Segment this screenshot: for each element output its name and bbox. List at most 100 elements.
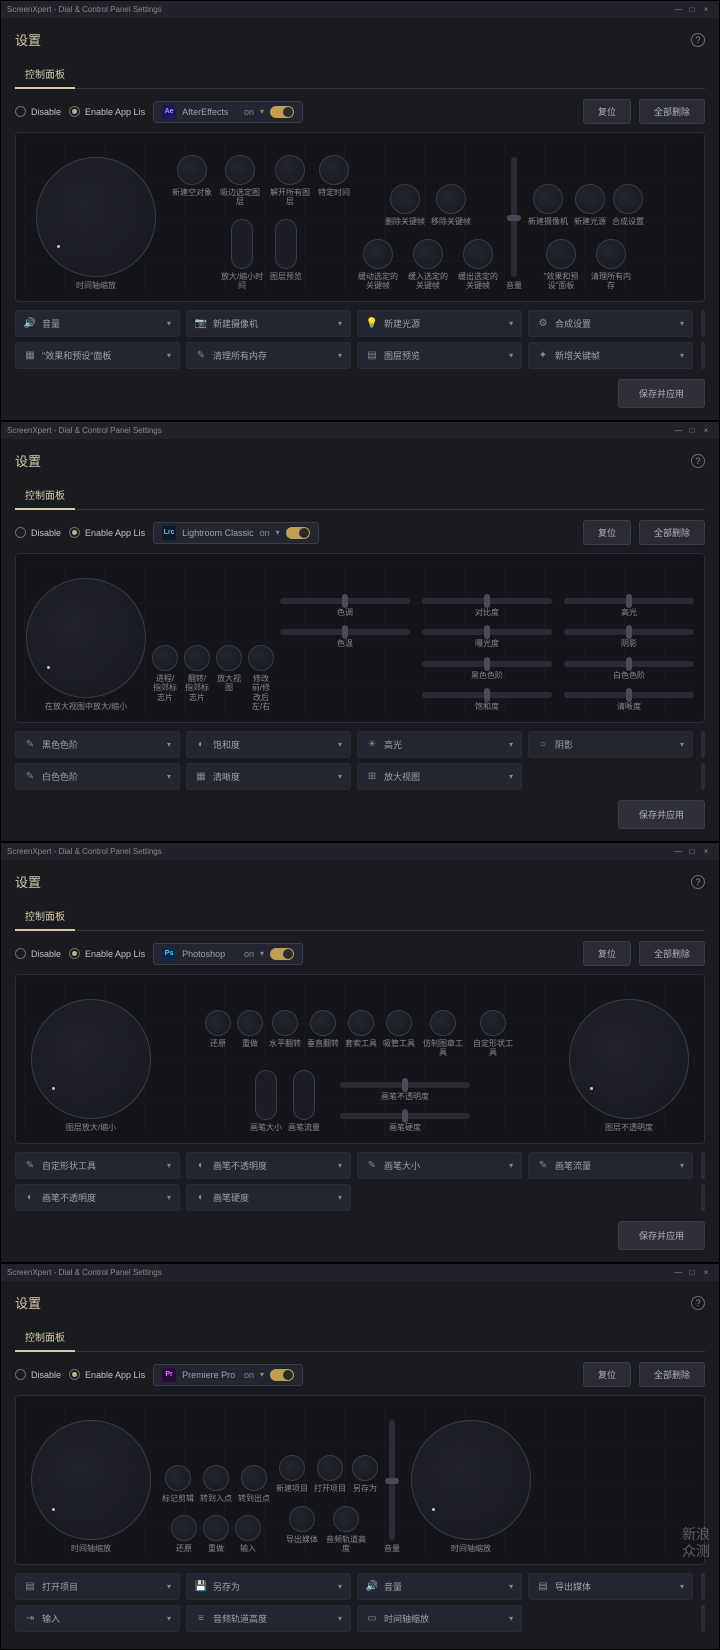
app-selector[interactable]: PsPhotoshopon▾ [153, 943, 303, 965]
radio-enable[interactable]: Enable App Lis [69, 1369, 145, 1380]
select[interactable]: ✎自定形状工具▾ [15, 1152, 180, 1179]
select-light[interactable]: 💡新建光源▾ [357, 310, 522, 337]
slider[interactable] [280, 598, 410, 604]
secondary-dial[interactable] [411, 1420, 531, 1540]
main-dial[interactable] [31, 999, 151, 1119]
pill[interactable] [293, 1070, 315, 1120]
select[interactable]: ▤导出媒体▾ [528, 1573, 693, 1600]
knob[interactable] [390, 184, 420, 214]
scrollbar[interactable] [701, 1184, 705, 1211]
scrollbar[interactable] [701, 763, 705, 790]
select[interactable]: ✎黑色色阶▾ [15, 731, 180, 758]
knob[interactable] [241, 1465, 267, 1491]
select[interactable]: ◐画笔硬度▾ [186, 1184, 351, 1211]
close-icon[interactable]: × [699, 847, 713, 856]
help-icon[interactable]: ? [691, 33, 705, 47]
knob[interactable] [184, 645, 210, 671]
select-preview[interactable]: ▤图层预览▾ [357, 342, 522, 369]
main-dial[interactable] [36, 157, 156, 277]
slider[interactable] [564, 661, 694, 667]
knob[interactable] [171, 1515, 197, 1541]
delete-all-button[interactable]: 全部删除 [639, 520, 705, 545]
toggle[interactable] [270, 1369, 294, 1381]
knob[interactable] [152, 645, 178, 671]
select-camera[interactable]: 📷新建摄像机▾ [186, 310, 351, 337]
knob[interactable] [386, 1010, 412, 1036]
toggle[interactable] [286, 527, 310, 539]
knob[interactable] [596, 239, 626, 269]
select[interactable]: ○阴影▾ [528, 731, 693, 758]
knob[interactable] [575, 184, 605, 214]
knob[interactable] [165, 1465, 191, 1491]
scrollbar[interactable] [701, 731, 705, 758]
reset-button[interactable]: 复位 [583, 941, 631, 966]
knob[interactable] [436, 184, 466, 214]
secondary-dial[interactable] [569, 999, 689, 1119]
knob[interactable] [310, 1010, 336, 1036]
slider[interactable] [422, 661, 552, 667]
knob[interactable] [248, 645, 274, 671]
slider[interactable] [280, 629, 410, 635]
app-selector[interactable]: Ae AfterEffects on ▾ [153, 101, 303, 123]
minimize-icon[interactable]: — [671, 426, 685, 435]
slider[interactable] [564, 629, 694, 635]
knob[interactable] [363, 239, 393, 269]
reset-button[interactable]: 复位 [583, 99, 631, 124]
toggle-enable[interactable] [270, 106, 294, 118]
delete-all-button[interactable]: 全部删除 [639, 1362, 705, 1387]
app-selector[interactable]: PrPremiere Proon▾ [153, 1364, 303, 1386]
save-apply-button[interactable]: 保存并应用 [618, 800, 705, 829]
slider[interactable] [564, 692, 694, 698]
volume-slider[interactable] [511, 157, 517, 277]
save-apply-button[interactable]: 保存并应用 [618, 379, 705, 408]
knob[interactable] [480, 1010, 506, 1036]
maximize-icon[interactable]: □ [685, 5, 699, 14]
knob[interactable] [205, 1010, 231, 1036]
select-keyframe[interactable]: ✦新增关键帧▾ [528, 342, 693, 369]
knob[interactable] [348, 1010, 374, 1036]
tab-control-panel[interactable]: 控制面板 [15, 60, 75, 89]
knob[interactable] [289, 1506, 315, 1532]
toggle[interactable] [270, 948, 294, 960]
knob[interactable] [275, 155, 305, 185]
main-dial[interactable] [31, 1420, 151, 1540]
knob[interactable] [317, 1455, 343, 1481]
knob[interactable] [463, 239, 493, 269]
select[interactable]: ☀高光▾ [357, 731, 522, 758]
select-effects[interactable]: ▦"效果和预设"面板▾ [15, 342, 180, 369]
knob[interactable] [203, 1465, 229, 1491]
select-volume[interactable]: 🔊音量▾ [15, 310, 180, 337]
knob[interactable] [352, 1455, 378, 1481]
radio-disable[interactable]: Disable [15, 948, 61, 959]
select[interactable]: ⊞放大视图▾ [357, 763, 522, 790]
select[interactable]: ≡音频轨道高度▾ [186, 1605, 351, 1632]
close-icon[interactable]: × [699, 1268, 713, 1277]
knob[interactable] [235, 1515, 261, 1541]
minimize-icon[interactable]: — [671, 847, 685, 856]
radio-disable[interactable]: Disable [15, 106, 61, 117]
scrollbar[interactable] [701, 1573, 705, 1600]
select[interactable]: ✎画笔大小▾ [357, 1152, 522, 1179]
knob[interactable] [279, 1455, 305, 1481]
knob[interactable] [237, 1010, 263, 1036]
select[interactable]: ✎画笔流量▾ [528, 1152, 693, 1179]
knob[interactable] [203, 1515, 229, 1541]
radio-enable[interactable]: Enable App Lis [69, 106, 145, 117]
pill-control[interactable] [231, 219, 253, 269]
reset-button[interactable]: 复位 [583, 520, 631, 545]
slider[interactable] [340, 1082, 470, 1088]
knob[interactable] [272, 1010, 298, 1036]
knob[interactable] [333, 1506, 359, 1532]
delete-all-button[interactable]: 全部删除 [639, 941, 705, 966]
scrollbar[interactable] [701, 342, 705, 369]
help-icon[interactable]: ? [691, 1296, 705, 1310]
radio-disable[interactable]: Disable [15, 1369, 61, 1380]
maximize-icon[interactable]: □ [685, 426, 699, 435]
select[interactable]: ✎白色色阶▾ [15, 763, 180, 790]
select[interactable]: ▤打开项目▾ [15, 1573, 180, 1600]
maximize-icon[interactable]: □ [685, 847, 699, 856]
pill[interactable] [255, 1070, 277, 1120]
select[interactable]: ◐画笔不透明度▾ [15, 1184, 180, 1211]
delete-all-button[interactable]: 全部删除 [639, 99, 705, 124]
scrollbar[interactable] [701, 1605, 705, 1632]
